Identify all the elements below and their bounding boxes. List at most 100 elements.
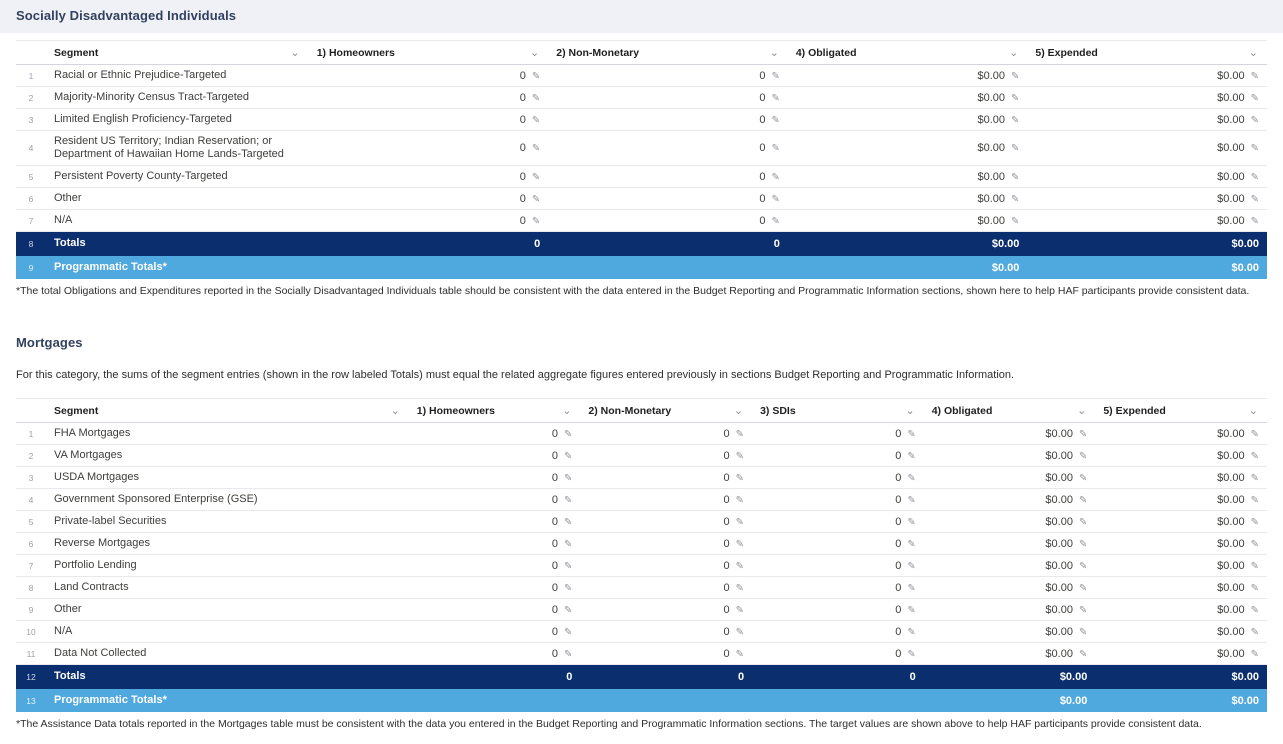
edit-icon[interactable]: ✎	[1079, 583, 1087, 594]
edit-icon[interactable]: ✎	[564, 561, 572, 572]
edit-icon[interactable]: ✎	[1011, 172, 1019, 183]
edit-icon[interactable]: ✎	[1251, 172, 1259, 183]
edit-icon[interactable]: ✎	[1251, 583, 1259, 594]
edit-icon[interactable]: ✎	[1079, 517, 1087, 528]
edit-icon[interactable]: ✎	[736, 517, 744, 528]
edit-icon[interactable]: ✎	[1079, 473, 1087, 484]
chevron-down-icon[interactable]: ⌄	[390, 407, 401, 416]
chevron-down-icon[interactable]: ⌄	[733, 407, 744, 416]
edit-icon[interactable]: ✎	[1079, 451, 1087, 462]
edit-icon[interactable]: ✎	[736, 561, 744, 572]
edit-icon[interactable]: ✎	[736, 473, 744, 484]
edit-icon[interactable]: ✎	[907, 517, 915, 528]
edit-icon[interactable]: ✎	[1251, 451, 1259, 462]
value-cell: 0✎	[580, 445, 752, 467]
edit-icon[interactable]: ✎	[564, 517, 572, 528]
edit-icon[interactable]: ✎	[564, 539, 572, 550]
edit-icon[interactable]: ✎	[1079, 495, 1087, 506]
edit-icon[interactable]: ✎	[736, 605, 744, 616]
edit-icon[interactable]: ✎	[771, 172, 779, 183]
edit-icon[interactable]: ✎	[1251, 561, 1259, 572]
chevron-down-icon[interactable]: ⌄	[1248, 407, 1259, 416]
edit-icon[interactable]: ✎	[564, 473, 572, 484]
edit-icon[interactable]: ✎	[736, 627, 744, 638]
chevron-down-icon[interactable]: ⌄	[1008, 49, 1019, 58]
edit-icon[interactable]: ✎	[907, 649, 915, 660]
edit-icon[interactable]: ✎	[1079, 605, 1087, 616]
edit-icon[interactable]: ✎	[907, 495, 915, 506]
edit-icon[interactable]: ✎	[907, 451, 915, 462]
value-cell: $0.00✎	[924, 533, 1096, 555]
chevron-down-icon[interactable]: ⌄	[289, 49, 300, 58]
edit-icon[interactable]: ✎	[1251, 194, 1259, 205]
edit-icon[interactable]: ✎	[1251, 627, 1259, 638]
edit-icon[interactable]: ✎	[736, 429, 744, 440]
edit-icon[interactable]: ✎	[771, 71, 779, 82]
edit-icon[interactable]: ✎	[907, 627, 915, 638]
edit-icon[interactable]: ✎	[1251, 539, 1259, 550]
edit-icon[interactable]: ✎	[1079, 429, 1087, 440]
edit-icon[interactable]: ✎	[736, 583, 744, 594]
chevron-down-icon[interactable]: ⌄	[904, 407, 915, 416]
total-row-label: Programmatic Totals*	[46, 256, 309, 280]
edit-icon[interactable]: ✎	[1011, 194, 1019, 205]
chevron-down-icon[interactable]: ⌄	[1248, 49, 1259, 58]
edit-icon[interactable]: ✎	[1079, 627, 1087, 638]
edit-icon[interactable]: ✎	[736, 495, 744, 506]
total-value-cell	[752, 689, 924, 713]
edit-icon[interactable]: ✎	[736, 539, 744, 550]
edit-icon[interactable]: ✎	[907, 583, 915, 594]
edit-icon[interactable]: ✎	[532, 71, 540, 82]
value-cell: 0✎	[309, 166, 549, 188]
column-header-inner: 5) Expended⌄	[1103, 405, 1259, 417]
edit-icon[interactable]: ✎	[532, 172, 540, 183]
edit-icon[interactable]: ✎	[1011, 71, 1019, 82]
edit-icon[interactable]: ✎	[771, 194, 779, 205]
edit-icon[interactable]: ✎	[1251, 649, 1259, 660]
edit-icon[interactable]: ✎	[1251, 605, 1259, 616]
edit-icon[interactable]: ✎	[1079, 539, 1087, 550]
edit-icon[interactable]: ✎	[771, 143, 779, 154]
edit-icon[interactable]: ✎	[532, 143, 540, 154]
edit-icon[interactable]: ✎	[564, 583, 572, 594]
edit-icon[interactable]: ✎	[1079, 649, 1087, 660]
edit-icon[interactable]: ✎	[1251, 71, 1259, 82]
edit-icon[interactable]: ✎	[907, 539, 915, 550]
chevron-down-icon[interactable]: ⌄	[1076, 407, 1087, 416]
edit-icon[interactable]: ✎	[532, 216, 540, 227]
edit-icon[interactable]: ✎	[1011, 115, 1019, 126]
chevron-down-icon[interactable]: ⌄	[561, 407, 572, 416]
edit-icon[interactable]: ✎	[1251, 517, 1259, 528]
edit-icon[interactable]: ✎	[564, 627, 572, 638]
edit-icon[interactable]: ✎	[564, 605, 572, 616]
edit-icon[interactable]: ✎	[736, 451, 744, 462]
chevron-down-icon[interactable]: ⌄	[769, 49, 780, 58]
edit-icon[interactable]: ✎	[907, 473, 915, 484]
edit-icon[interactable]: ✎	[771, 93, 779, 104]
edit-icon[interactable]: ✎	[564, 495, 572, 506]
edit-icon[interactable]: ✎	[1251, 429, 1259, 440]
edit-icon[interactable]: ✎	[771, 216, 779, 227]
edit-icon[interactable]: ✎	[1011, 216, 1019, 227]
edit-icon[interactable]: ✎	[564, 451, 572, 462]
edit-icon[interactable]: ✎	[564, 649, 572, 660]
edit-icon[interactable]: ✎	[532, 93, 540, 104]
edit-icon[interactable]: ✎	[1251, 495, 1259, 506]
edit-icon[interactable]: ✎	[1011, 143, 1019, 154]
edit-icon[interactable]: ✎	[1251, 143, 1259, 154]
edit-icon[interactable]: ✎	[532, 194, 540, 205]
edit-icon[interactable]: ✎	[1251, 216, 1259, 227]
edit-icon[interactable]: ✎	[1251, 473, 1259, 484]
edit-icon[interactable]: ✎	[1011, 93, 1019, 104]
edit-icon[interactable]: ✎	[532, 115, 540, 126]
chevron-down-icon[interactable]: ⌄	[529, 49, 540, 58]
edit-icon[interactable]: ✎	[736, 649, 744, 660]
edit-icon[interactable]: ✎	[1079, 561, 1087, 572]
edit-icon[interactable]: ✎	[907, 561, 915, 572]
edit-icon[interactable]: ✎	[564, 429, 572, 440]
edit-icon[interactable]: ✎	[1251, 93, 1259, 104]
edit-icon[interactable]: ✎	[1251, 115, 1259, 126]
edit-icon[interactable]: ✎	[907, 605, 915, 616]
edit-icon[interactable]: ✎	[907, 429, 915, 440]
edit-icon[interactable]: ✎	[771, 115, 779, 126]
